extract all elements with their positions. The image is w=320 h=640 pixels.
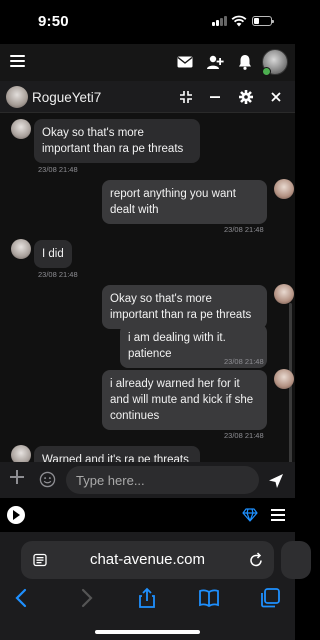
sender-avatar[interactable] bbox=[11, 445, 31, 462]
send-icon[interactable] bbox=[268, 473, 284, 489]
composer bbox=[0, 462, 295, 498]
message-time: 23/08 21:48 bbox=[224, 357, 264, 366]
add-user-icon[interactable] bbox=[206, 53, 224, 71]
status-time: 9:50 bbox=[38, 13, 69, 30]
play-icon[interactable] bbox=[7, 506, 25, 524]
gear-icon[interactable] bbox=[237, 88, 255, 106]
next-tab-preview[interactable] bbox=[281, 541, 311, 579]
url-text: chat-avenue.com bbox=[89, 551, 206, 568]
bottom-bar bbox=[0, 498, 295, 532]
emoji-icon[interactable] bbox=[39, 471, 56, 488]
message-time: 23/08 21:48 bbox=[224, 225, 264, 234]
forward-icon[interactable] bbox=[75, 587, 97, 609]
online-status-badge bbox=[262, 67, 271, 76]
message-time: 23/08 21:48 bbox=[224, 431, 264, 440]
back-icon[interactable] bbox=[11, 587, 33, 609]
close-icon[interactable] bbox=[267, 88, 285, 106]
chat-partner-name[interactable]: RogueYeti7 bbox=[32, 90, 101, 105]
bell-icon[interactable] bbox=[236, 53, 254, 71]
status-bar: 9:50 bbox=[0, 0, 295, 44]
share-icon[interactable] bbox=[136, 587, 158, 609]
collapse-icon[interactable] bbox=[177, 88, 195, 106]
battery-icon bbox=[252, 16, 274, 26]
message-input[interactable] bbox=[66, 466, 259, 494]
sender-avatar[interactable] bbox=[274, 284, 294, 304]
menu-icon[interactable] bbox=[10, 55, 25, 68]
reload-icon[interactable] bbox=[248, 552, 264, 568]
menu-icon[interactable] bbox=[271, 509, 285, 521]
message-bubble: i already warned her for it and will mut… bbox=[102, 370, 267, 430]
chat-partner-avatar[interactable] bbox=[6, 86, 28, 108]
message-bubble: Okay so that's more important than ra pe… bbox=[102, 285, 267, 329]
sender-avatar[interactable] bbox=[11, 239, 31, 259]
diamond-icon[interactable] bbox=[242, 507, 258, 523]
minimize-icon[interactable] bbox=[206, 88, 224, 106]
chat-messages[interactable]: Okay so that's more important than ra pe… bbox=[0, 113, 295, 462]
chat-header: RogueYeti7 bbox=[0, 81, 295, 113]
bookmarks-icon[interactable] bbox=[198, 587, 220, 609]
message-bubble: Okay so that's more important than ra pe… bbox=[34, 119, 200, 163]
address-bar[interactable]: chat-avenue.com bbox=[21, 541, 274, 579]
message-time: 23/08 21:48 bbox=[38, 270, 78, 279]
browser-toolbar: chat-avenue.com bbox=[0, 532, 311, 640]
home-indicator bbox=[95, 630, 200, 634]
sender-avatar[interactable] bbox=[11, 119, 31, 139]
message-bubble: Warned and it's ra pe threats bbox=[34, 446, 200, 462]
signal-icon bbox=[212, 16, 228, 26]
plus-icon[interactable] bbox=[10, 470, 24, 484]
sender-avatar[interactable] bbox=[274, 369, 294, 389]
sender-avatar[interactable] bbox=[274, 179, 294, 199]
wifi-icon bbox=[231, 15, 247, 27]
message-bubble: report anything you want dealt with bbox=[102, 180, 267, 224]
tabs-icon[interactable] bbox=[259, 587, 281, 609]
app-bar bbox=[0, 44, 295, 81]
mail-icon[interactable] bbox=[176, 53, 194, 71]
message-time: 23/08 21:48 bbox=[38, 165, 78, 174]
message-bubble: I did bbox=[34, 240, 72, 268]
